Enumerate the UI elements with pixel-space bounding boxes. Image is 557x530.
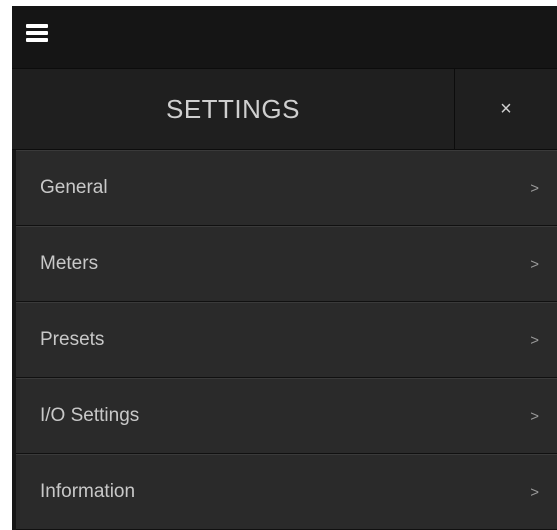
menu-item-label: Meters	[40, 253, 99, 274]
menu-item-label: General	[40, 177, 108, 198]
hamburger-icon[interactable]	[26, 24, 48, 42]
menu-item-general[interactable]: General >	[16, 150, 557, 226]
close-button[interactable]: ×	[454, 69, 557, 149]
top-bar	[12, 6, 557, 68]
menu-item-label: Presets	[40, 329, 105, 350]
settings-header: SETTINGS ×	[12, 68, 557, 150]
settings-menu: General > Meters > Presets > I/O Setting…	[12, 150, 557, 530]
close-icon: ×	[500, 97, 512, 120]
menu-item-information[interactable]: Information >	[16, 454, 557, 530]
settings-panel: SETTINGS × General > Meters > Presets > …	[12, 6, 557, 530]
chevron-right-icon: >	[530, 255, 539, 273]
chevron-right-icon: >	[530, 483, 539, 501]
menu-item-label: Information	[40, 481, 136, 502]
chevron-right-icon: >	[530, 179, 539, 197]
menu-item-io-settings[interactable]: I/O Settings >	[16, 378, 557, 454]
menu-item-meters[interactable]: Meters >	[16, 226, 557, 302]
menu-item-presets[interactable]: Presets >	[16, 302, 557, 378]
page-title: SETTINGS	[165, 93, 300, 124]
menu-item-label: I/O Settings	[40, 405, 140, 426]
chevron-right-icon: >	[530, 407, 539, 425]
chevron-right-icon: >	[530, 331, 539, 349]
